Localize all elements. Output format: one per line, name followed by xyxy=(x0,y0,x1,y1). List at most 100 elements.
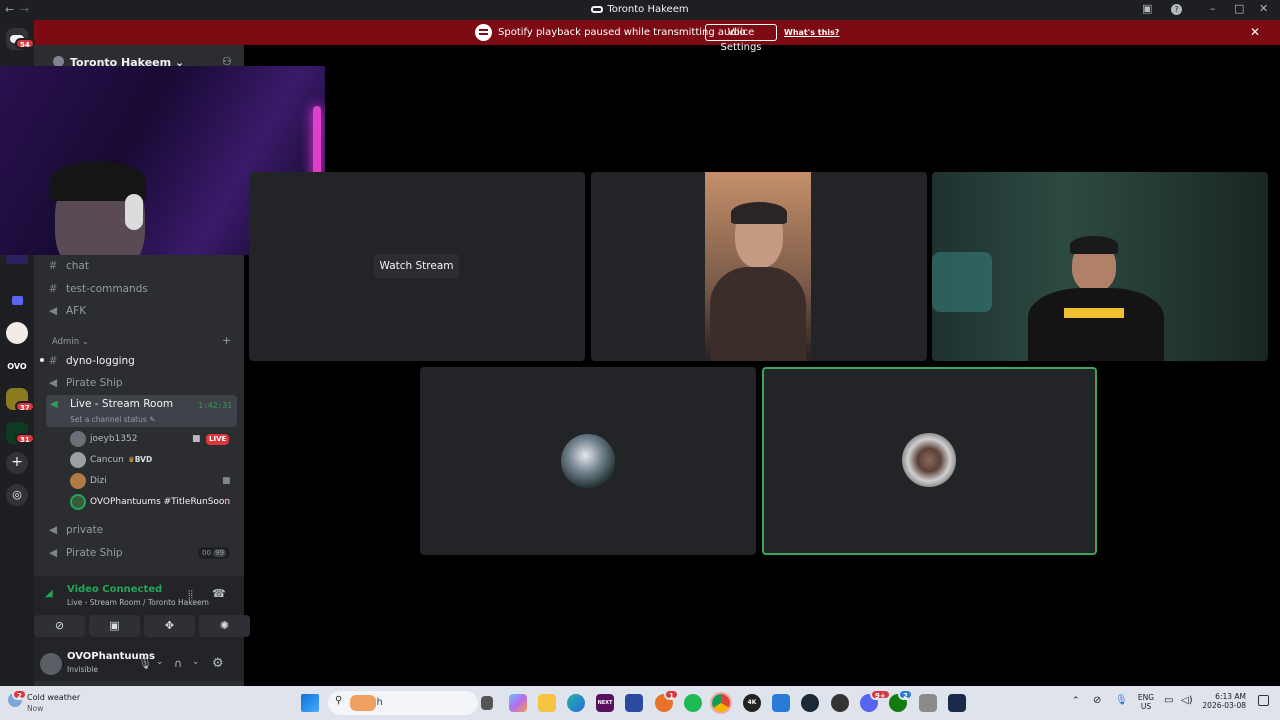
avatar xyxy=(70,473,86,489)
edge-icon[interactable] xyxy=(567,694,585,712)
weather-text[interactable]: Cold weather xyxy=(27,693,80,702)
close-window-icon[interactable]: ✕ xyxy=(1259,2,1268,15)
text-channel-icon: # xyxy=(48,260,58,272)
chrome-icon[interactable] xyxy=(710,692,732,714)
file-explorer-icon[interactable] xyxy=(538,694,556,712)
display-icon[interactable]: ▭ xyxy=(1164,695,1173,706)
steam-icon[interactable] xyxy=(801,694,819,712)
window-titlebar: ← → Toronto Hakeem ▣ ? – □ ✕ xyxy=(0,0,1280,20)
taskbar-search[interactable]: ⚲ Search xyxy=(328,691,478,715)
language-indicator[interactable]: ENG US xyxy=(1137,693,1155,711)
member-name: Cancun xyxy=(90,455,124,465)
voice-panel: ◢ Video Connected Live - Stream Room / T… xyxy=(34,576,250,681)
minimize-icon[interactable]: – xyxy=(1210,2,1216,15)
close-banner-icon[interactable]: ✕ xyxy=(1250,25,1260,39)
app-badge: 2 xyxy=(898,689,913,700)
channel-status-input[interactable]: Set a channel status ✎ xyxy=(70,415,155,424)
disconnect-icon[interactable]: ☎ xyxy=(212,587,226,600)
activities-icon: ✥ xyxy=(164,619,175,632)
voice-member[interactable]: Cancun ♛BVD xyxy=(70,451,240,469)
window-title: Toronto Hakeem xyxy=(0,4,1280,15)
server-icon-anime[interactable] xyxy=(6,322,28,344)
server-unread-badge: 37 xyxy=(15,401,35,412)
volume-icon[interactable]: ◁) xyxy=(1181,695,1193,706)
server-icon-ovo[interactable]: OVO xyxy=(6,356,28,378)
microphone-icon[interactable]: 🎙︎ xyxy=(138,657,152,670)
chevron-up-icon[interactable]: ⌃ xyxy=(1072,696,1080,706)
task-view-icon[interactable] xyxy=(481,696,493,710)
copilot-icon[interactable] xyxy=(509,694,527,712)
participant-cap xyxy=(1070,236,1118,254)
channel-chat[interactable]: # chat xyxy=(46,256,236,276)
chevron-down-icon[interactable]: ⌄ xyxy=(156,657,164,667)
video-tile-camera-1[interactable] xyxy=(591,172,927,361)
camera-off-icon: ⊘ xyxy=(54,619,65,632)
channel-label: AFK xyxy=(66,305,87,317)
next-app-icon[interactable]: NEXT xyxy=(596,694,614,712)
voice-member[interactable]: joeyb1352 ■ LIVE xyxy=(70,430,240,448)
add-server-icon[interactable]: + xyxy=(6,452,28,474)
channel-private[interactable]: ◀ private xyxy=(46,520,236,540)
app-icon-box[interactable] xyxy=(948,694,966,712)
app-icon-tools[interactable] xyxy=(919,694,937,712)
voice-settings-button[interactable]: Voice Settings xyxy=(705,24,777,53)
activities-button[interactable]: ✥ xyxy=(144,615,195,637)
live-channel[interactable]: ◀ Live - Stream Room 1:42:31 Set a chann… xyxy=(46,395,237,427)
monitor-app-icon[interactable] xyxy=(625,694,643,712)
server-unread-badge: 31 xyxy=(15,433,35,444)
user-limit: 99 xyxy=(213,549,227,557)
channel-status-text: Set a channel status xyxy=(70,415,147,424)
signal-icon[interactable]: ◢ xyxy=(45,588,53,599)
chevron-down-icon[interactable]: ⌄ xyxy=(192,657,200,667)
channel-afk[interactable]: ◀ AFK xyxy=(46,301,236,321)
avatar xyxy=(70,494,86,510)
video-tile-camera-2[interactable] xyxy=(932,172,1268,361)
voice-member[interactable]: Dizi ■ xyxy=(70,472,240,490)
noise-suppression-icon[interactable]: ⦙⦙ xyxy=(188,588,193,602)
obs-icon[interactable] xyxy=(831,694,849,712)
start-icon[interactable] xyxy=(301,694,319,712)
pencil-icon: ✎ xyxy=(149,415,156,424)
notifications-icon[interactable] xyxy=(1258,695,1269,706)
participant-cap xyxy=(731,202,787,224)
camera-toggle-button[interactable]: ⊘ xyxy=(34,615,85,637)
screen-share-button[interactable]: ▣ xyxy=(89,615,140,637)
folder-icon[interactable] xyxy=(6,290,28,312)
voice-member[interactable]: OVOPhantuums #TitleRunSoon ☾ xyxy=(70,493,240,511)
spotify-taskbar-icon[interactable] xyxy=(684,694,702,712)
mic-tray-icon[interactable]: 🎙︎ xyxy=(1115,695,1128,706)
photos-icon[interactable] xyxy=(772,694,790,712)
channel-test-commands[interactable]: # test-commands xyxy=(46,279,236,299)
inbox-icon[interactable]: ▣ xyxy=(1142,2,1152,15)
whats-this-link[interactable]: What's this? xyxy=(784,28,839,37)
headphones-icon[interactable]: ∩ xyxy=(174,657,182,670)
spotify-icon xyxy=(475,24,492,41)
channel-pirate-ship[interactable]: ◀ Pirate Ship xyxy=(46,373,236,393)
member-name: joeyb1352 xyxy=(90,434,138,444)
network-off-icon[interactable]: ⊘ xyxy=(1093,695,1101,706)
user-avatar[interactable] xyxy=(40,653,62,675)
channel-pirate-ship-2[interactable]: ◀ Pirate Ship 00 99 xyxy=(46,543,236,563)
explore-icon[interactable]: ◎ xyxy=(6,484,28,506)
watch-stream-button[interactable]: Watch Stream xyxy=(374,254,459,278)
channel-label: Pirate Ship xyxy=(66,547,123,559)
voice-status[interactable]: Video Connected xyxy=(67,584,162,595)
maximize-icon[interactable]: □ xyxy=(1234,2,1244,15)
clock[interactable]: 6:13 AM 2026-03-08 xyxy=(1200,692,1246,710)
4k-app-icon[interactable]: 4K xyxy=(743,694,761,712)
taskbar: 2 Cold weather Now ⚲ Search NEXT 1 4K 9+… xyxy=(0,686,1280,720)
speaker-icon: ◀ xyxy=(48,547,58,559)
help-icon[interactable]: ? xyxy=(1171,4,1182,15)
unread-dot xyxy=(40,358,44,362)
add-channel-icon[interactable]: + xyxy=(222,334,231,347)
member-name: OVOPhantuums #TitleRunSoon xyxy=(90,497,231,507)
user-status: Invisible xyxy=(67,665,98,674)
gear-icon[interactable]: ⚙ xyxy=(212,656,224,671)
video-tile-avatar-speaking[interactable] xyxy=(762,367,1097,555)
soundboard-button[interactable]: ✺ xyxy=(199,615,250,637)
dm-unread-badge: 54 xyxy=(15,38,35,49)
channel-dyno-logging[interactable]: # dyno-logging xyxy=(46,351,236,371)
video-tile-avatar-1[interactable] xyxy=(420,367,756,555)
category-admin[interactable]: Admin ⌄ xyxy=(52,337,89,347)
background-light xyxy=(932,252,992,312)
